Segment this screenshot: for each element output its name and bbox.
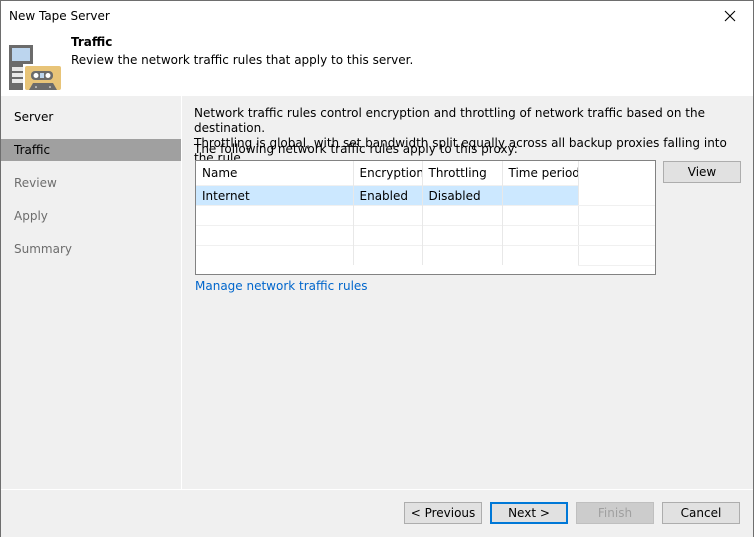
column-header-throttling[interactable]: Throttling: [422, 161, 503, 186]
next-button[interactable]: Next >: [490, 502, 568, 524]
description-line-1: Network traffic rules control encryption…: [194, 106, 705, 135]
traffic-rules-table[interactable]: Name Encryption Throttling Time period I…: [195, 160, 656, 275]
cell-encryption: Enabled: [353, 185, 423, 206]
new-tape-server-dialog: New Tape Server Traffic Review the netwo…: [0, 0, 754, 537]
empty-row: [196, 205, 579, 226]
column-header-encryption[interactable]: Encryption: [353, 161, 423, 186]
manage-network-traffic-rules-link[interactable]: Manage network traffic rules: [195, 279, 368, 293]
step-subtitle: Review the network traffic rules that ap…: [71, 53, 414, 67]
close-icon: [724, 10, 736, 22]
cell-time-period: [502, 185, 579, 206]
column-header-time-period[interactable]: Time period: [502, 161, 579, 186]
wizard-steps-nav: Server Traffic Review Apply Summary: [1, 96, 182, 489]
wizard-content: Network traffic rules control encryption…: [183, 96, 753, 489]
empty-row: [196, 245, 579, 265]
description: Network traffic rules control encryption…: [194, 106, 739, 166]
nav-step-traffic[interactable]: Traffic: [1, 139, 181, 161]
tape-server-icon: [9, 45, 61, 90]
nav-step-server[interactable]: Server: [1, 106, 181, 128]
wizard-header: Traffic Review the network traffic rules…: [1, 31, 753, 96]
nav-step-review: Review: [14, 176, 57, 190]
nav-step-apply: Apply: [14, 209, 48, 223]
table-grid-lines: [578, 205, 655, 266]
title-bar: New Tape Server: [1, 1, 753, 31]
view-button[interactable]: View: [663, 161, 741, 183]
empty-row: [196, 225, 579, 246]
previous-button[interactable]: < Previous: [404, 502, 482, 524]
close-button[interactable]: [707, 1, 753, 31]
column-header-name[interactable]: Name: [196, 161, 354, 186]
table-row[interactable]: Internet Enabled Disabled: [196, 185, 579, 206]
window-title: New Tape Server: [9, 9, 110, 23]
table-header-row: Name Encryption Throttling Time period: [196, 161, 579, 186]
cell-throttling: Disabled: [422, 185, 503, 206]
cell-name: Internet: [196, 185, 354, 206]
wizard-footer: < Previous Next > Finish Cancel: [1, 489, 753, 537]
cancel-button[interactable]: Cancel: [662, 502, 740, 524]
finish-button: Finish: [576, 502, 654, 524]
nav-step-summary: Summary: [14, 242, 72, 256]
step-title: Traffic: [71, 35, 113, 49]
rules-table-label: The following network traffic rules appl…: [194, 142, 518, 156]
